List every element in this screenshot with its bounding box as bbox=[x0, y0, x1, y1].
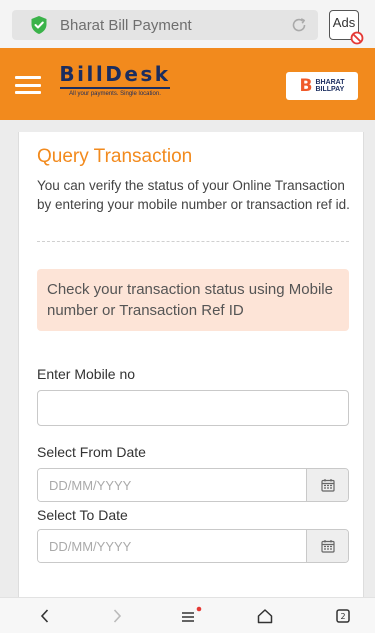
billdesk-logo[interactable]: BillDesk All your payments. Single locat… bbox=[56, 62, 174, 106]
svg-text:2: 2 bbox=[340, 612, 345, 621]
bbps-line2: BILLPAY bbox=[315, 86, 345, 93]
bharat-billpay-logo: B BHARAT BILLPAY bbox=[286, 72, 358, 100]
site-header: BillDesk All your payments. Single locat… bbox=[0, 48, 375, 120]
browser-toolbar: Bharat Bill Payment Ads bbox=[0, 0, 375, 48]
from-date-label: Select From Date bbox=[37, 444, 146, 460]
mobile-label: Enter Mobile no bbox=[37, 366, 136, 382]
address-text: Bharat Bill Payment bbox=[60, 16, 192, 34]
address-bar[interactable]: Bharat Bill Payment bbox=[12, 10, 318, 40]
tabs-button[interactable]: 2 bbox=[331, 606, 355, 626]
page-description: You can verify the status of your Online… bbox=[37, 178, 350, 212]
from-date-input[interactable] bbox=[38, 469, 306, 501]
to-date-field bbox=[37, 529, 349, 563]
to-date-label: Select To Date bbox=[37, 507, 128, 523]
bbps-letter: B bbox=[299, 76, 313, 96]
reload-icon[interactable] bbox=[290, 16, 308, 34]
bbps-text: BHARAT BILLPAY bbox=[315, 79, 344, 93]
ads-block-icon bbox=[350, 31, 364, 45]
page-title: Query Transaction bbox=[37, 146, 193, 167]
home-button[interactable] bbox=[253, 606, 277, 626]
logo-main-text: BillDesk bbox=[59, 62, 171, 86]
mobile-input[interactable] bbox=[37, 390, 349, 426]
from-date-field bbox=[37, 468, 349, 502]
ads-block-button[interactable]: Ads bbox=[329, 10, 364, 45]
menu-icon bbox=[182, 606, 202, 622]
calendar-icon bbox=[320, 479, 335, 492]
calendar-icon bbox=[320, 540, 335, 553]
menu-button[interactable] bbox=[178, 606, 202, 626]
tabs-icon: 2 bbox=[336, 609, 350, 623]
logo-tagline: All your payments. Single location. bbox=[69, 91, 161, 97]
browser-bottom-nav: 2 bbox=[0, 597, 375, 633]
logo-underline bbox=[60, 87, 170, 89]
back-button[interactable] bbox=[33, 606, 57, 626]
chevron-left-icon bbox=[40, 609, 49, 623]
hamburger-menu-icon[interactable] bbox=[15, 76, 41, 94]
bbps-line1: BHARAT bbox=[315, 79, 345, 86]
shield-check-icon bbox=[31, 16, 47, 34]
from-calendar-button[interactable] bbox=[306, 469, 348, 501]
divider bbox=[37, 241, 349, 242]
to-date-input[interactable] bbox=[38, 530, 306, 562]
query-transaction-card: Query Transaction You can verify the sta… bbox=[18, 132, 364, 597]
chevron-right-icon bbox=[113, 609, 122, 623]
to-calendar-button[interactable] bbox=[306, 530, 348, 562]
ads-label: Ads bbox=[332, 15, 356, 30]
forward-button[interactable] bbox=[105, 606, 129, 626]
info-box: Check your transaction status using Mobi… bbox=[37, 269, 349, 331]
home-icon bbox=[257, 609, 273, 624]
